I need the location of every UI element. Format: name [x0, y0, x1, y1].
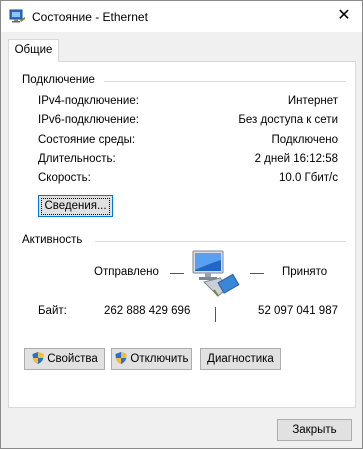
- media-state-label: Состояние среды:: [38, 134, 136, 146]
- sent-label: Отправлено: [94, 266, 159, 278]
- tab-general[interactable]: Общие: [8, 39, 59, 62]
- bytes-sent-value: 262 888 429 696: [104, 305, 191, 317]
- properties-button[interactable]: Свойства: [24, 348, 105, 370]
- network-computers-icon: [190, 248, 240, 303]
- uac-shield-icon: [31, 351, 45, 372]
- ipv6-label: IPv6-подключение:: [38, 114, 139, 126]
- connection-divider: [104, 81, 346, 82]
- speed-label: Скорость:: [38, 172, 91, 184]
- ipv6-value: Без доступа к сети: [238, 114, 338, 126]
- close-button-label: Закрыть: [292, 424, 337, 436]
- received-dash: [250, 273, 264, 274]
- diagnose-button-label: Диагностика: [207, 353, 274, 365]
- sent-dash: [170, 273, 184, 274]
- details-button[interactable]: Сведения...: [38, 195, 113, 217]
- disable-button-label: Отключить: [130, 353, 189, 365]
- window-title: Состояние - Ethernet: [32, 10, 148, 24]
- duration-value: 2 дней 16:12:58: [254, 153, 338, 165]
- bytes-received-value: 52 097 041 987: [258, 305, 338, 317]
- bytes-separator: [215, 307, 216, 322]
- speed-value: 10.0 Гбит/с: [278, 172, 338, 184]
- properties-button-label: Свойства: [47, 353, 98, 365]
- close-button[interactable]: Закрыть: [277, 419, 352, 441]
- bytes-label: Байт:: [38, 305, 67, 317]
- activity-group-title: Активность: [22, 234, 83, 246]
- ipv4-label: IPv4-подключение:: [38, 95, 139, 107]
- close-icon[interactable]: ✕: [332, 5, 356, 27]
- disable-button[interactable]: Отключить: [111, 348, 192, 370]
- details-button-label: Сведения...: [41, 198, 110, 215]
- activity-divider: [95, 241, 346, 242]
- network-adapter-icon: [9, 8, 26, 24]
- connection-group-title: Подключение: [22, 74, 95, 86]
- ipv4-value: Интернет: [287, 95, 338, 107]
- uac-shield-icon: [114, 351, 128, 372]
- duration-label: Длительность:: [38, 153, 116, 165]
- tab-panel: Подключение IPv4-подключение: Интернет I…: [8, 61, 356, 408]
- status-window: Состояние - Ethernet ✕ Общие Подключение…: [0, 0, 363, 449]
- title-bar[interactable]: Состояние - Ethernet ✕: [1, 1, 362, 32]
- diagnose-button[interactable]: Диагностика: [200, 348, 281, 370]
- media-state-value: Подключено: [271, 134, 339, 146]
- received-label: Принято: [282, 266, 328, 278]
